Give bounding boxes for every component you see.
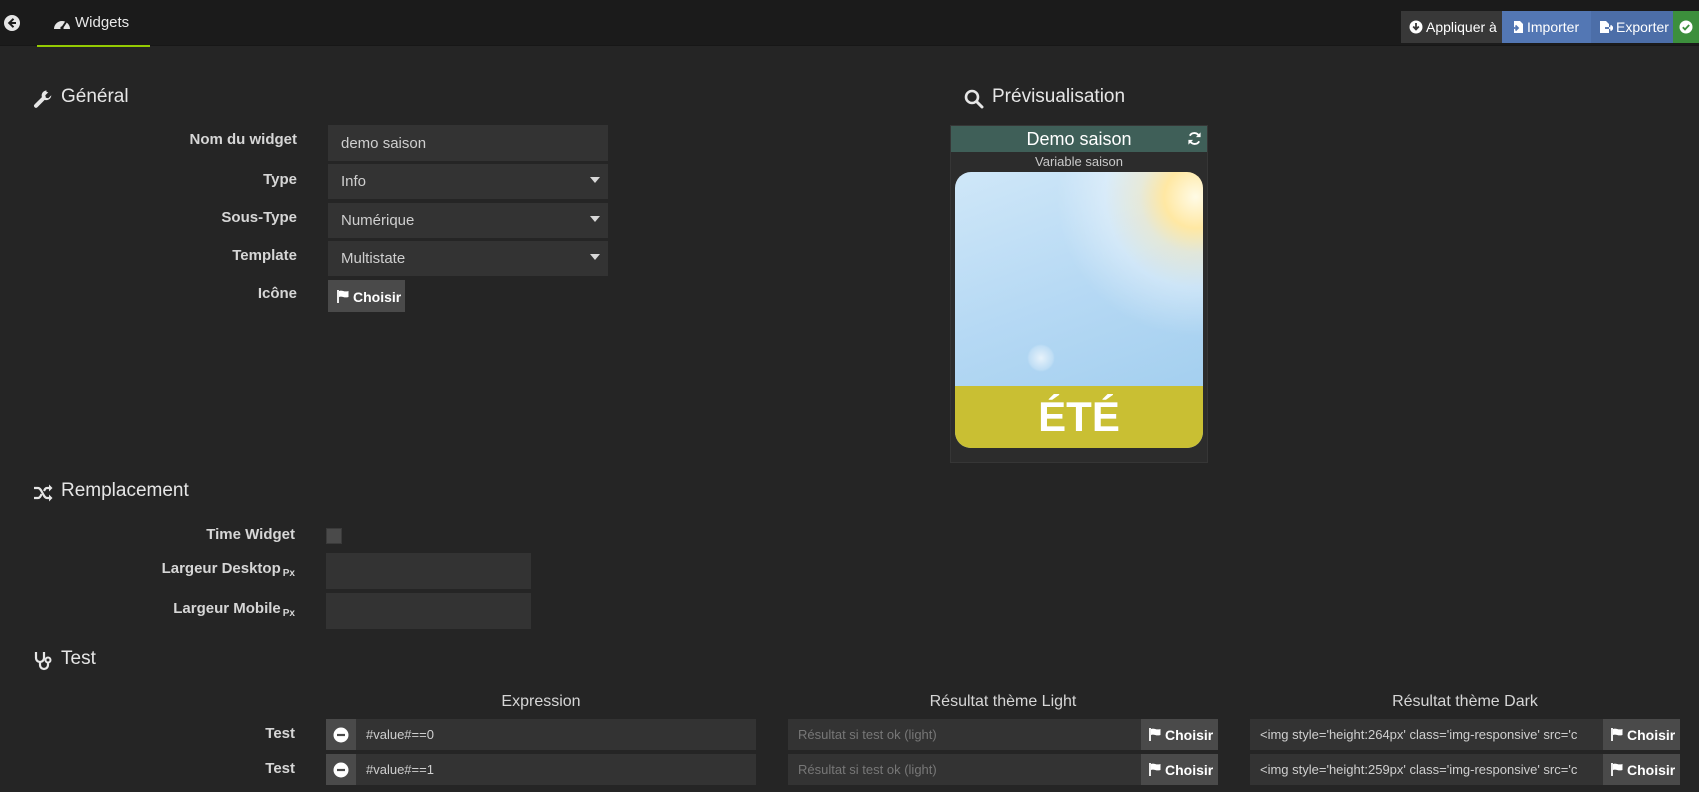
minus-circle-icon — [333, 727, 349, 743]
choose-dark-button[interactable]: Choisir — [1603, 754, 1680, 785]
type-select-value: Info — [341, 173, 367, 190]
preview-state-label: ÉTÉ — [955, 386, 1203, 448]
test-light-result-input[interactable]: Résultat si test ok (light) — [788, 719, 1141, 750]
flag-icon — [1611, 728, 1623, 741]
choose-label: Choisir — [1627, 762, 1676, 778]
preview-widget-name: Demo saison — [1026, 129, 1132, 149]
icon-label: Icône — [257, 285, 297, 302]
remove-test-button[interactable] — [326, 754, 356, 785]
apply-to-label: Appliquer à — [1426, 19, 1497, 35]
test-row-label: Test — [265, 725, 295, 742]
minus-circle-icon — [333, 762, 349, 778]
caret-down-icon — [590, 177, 600, 183]
template-select-value: Multistate — [341, 250, 406, 267]
section-replacement-title: Remplacement — [61, 480, 189, 501]
choose-label: Choisir — [1165, 727, 1214, 743]
choose-dark-button[interactable]: Choisir — [1603, 719, 1680, 750]
apply-to-button[interactable]: Appliquer à — [1401, 11, 1502, 43]
flag-icon — [1149, 728, 1161, 741]
caret-down-icon — [590, 216, 600, 222]
widget-preview: Demo saison Variable saison ÉTÉ — [950, 125, 1208, 463]
test-light-result-input[interactable]: Résultat si test ok (light) — [788, 754, 1141, 785]
refresh-icon[interactable] — [1187, 131, 1202, 146]
tab-widgets[interactable]: Widgets — [37, 0, 150, 47]
type-select[interactable]: Info — [328, 164, 608, 199]
check-circle-icon — [1679, 20, 1693, 34]
mobile-width-input[interactable] — [326, 593, 531, 629]
type-label: Type — [263, 171, 297, 188]
choose-light-button[interactable]: Choisir — [1141, 754, 1218, 785]
widget-name-input[interactable] — [328, 125, 608, 161]
section-preview-title: Prévisualisation — [992, 86, 1126, 107]
desktop-width-input[interactable] — [326, 553, 531, 589]
col-dark-header: Résultat thème Dark — [1392, 693, 1538, 710]
test-dark-result-input[interactable]: <img style='height:264px' class='img-res… — [1250, 719, 1603, 750]
section-general-title: Général — [61, 86, 129, 107]
subtype-select[interactable]: Numérique — [328, 203, 608, 238]
export-button[interactable]: Exporter — [1591, 11, 1673, 43]
choose-label: Choisir — [1165, 762, 1214, 778]
dashboard-icon — [54, 21, 70, 30]
search-icon — [964, 89, 984, 109]
choose-light-button[interactable]: Choisir — [1141, 719, 1218, 750]
save-button[interactable] — [1673, 11, 1699, 43]
widget-name-label: Nom du widget — [189, 131, 298, 148]
template-label: Template — [232, 247, 297, 264]
subtype-label: Sous-Type — [221, 209, 297, 226]
px-unit: Px — [282, 568, 295, 579]
caret-down-icon — [590, 254, 600, 260]
mobile-width-label: Largeur Mobile Px — [173, 600, 295, 619]
desktop-width-label: Largeur Desktop Px — [161, 560, 295, 579]
back-arrow-icon[interactable] — [3, 14, 21, 32]
import-label: Importer — [1527, 19, 1580, 35]
preview-header: Demo saison — [951, 126, 1207, 152]
top-bar: Widgets Appliquer à Importer Exporter — [0, 0, 1699, 47]
wrench-icon — [34, 90, 52, 108]
time-widget-checkbox[interactable] — [326, 528, 342, 544]
lens-flare — [1027, 344, 1055, 372]
remove-test-button[interactable] — [326, 719, 356, 750]
import-button[interactable]: Importer — [1502, 11, 1591, 43]
preview-variable-name: Variable saison — [1035, 154, 1123, 169]
choose-label: Choisir — [1627, 727, 1676, 743]
test-row-label: Test — [265, 760, 295, 777]
time-widget-label: Time Widget — [206, 526, 295, 543]
col-light-header: Résultat thème Light — [929, 693, 1077, 710]
export-label: Exporter — [1616, 19, 1669, 35]
section-test-title: Test — [61, 648, 96, 669]
test-expression-input[interactable]: #value#==1 — [356, 754, 756, 785]
desktop-width-text: Largeur Desktop — [161, 560, 281, 577]
choose-icon-label: Choisir — [353, 289, 402, 305]
flag-icon — [1611, 763, 1623, 776]
download-circle-icon — [1409, 20, 1423, 34]
test-expression-input[interactable]: #value#==0 — [356, 719, 756, 750]
col-expression-header: Expression — [501, 693, 581, 710]
flag-icon — [1149, 763, 1161, 776]
subtype-select-value: Numérique — [341, 212, 415, 229]
template-select[interactable]: Multistate — [328, 241, 608, 276]
file-export-icon — [1600, 21, 1613, 33]
px-unit: Px — [282, 608, 295, 619]
summer-sky-image: ÉTÉ — [955, 172, 1203, 448]
stethoscope-icon — [34, 652, 52, 671]
test-dark-result-input[interactable]: <img style='height:259px' class='img-res… — [1250, 754, 1603, 785]
shuffle-icon — [34, 484, 53, 502]
flag-icon — [337, 290, 349, 303]
file-import-icon — [1510, 21, 1523, 33]
tab-label: Widgets — [75, 14, 130, 31]
choose-icon-button[interactable]: Choisir — [328, 280, 405, 312]
mobile-width-text: Largeur Mobile — [173, 600, 281, 617]
